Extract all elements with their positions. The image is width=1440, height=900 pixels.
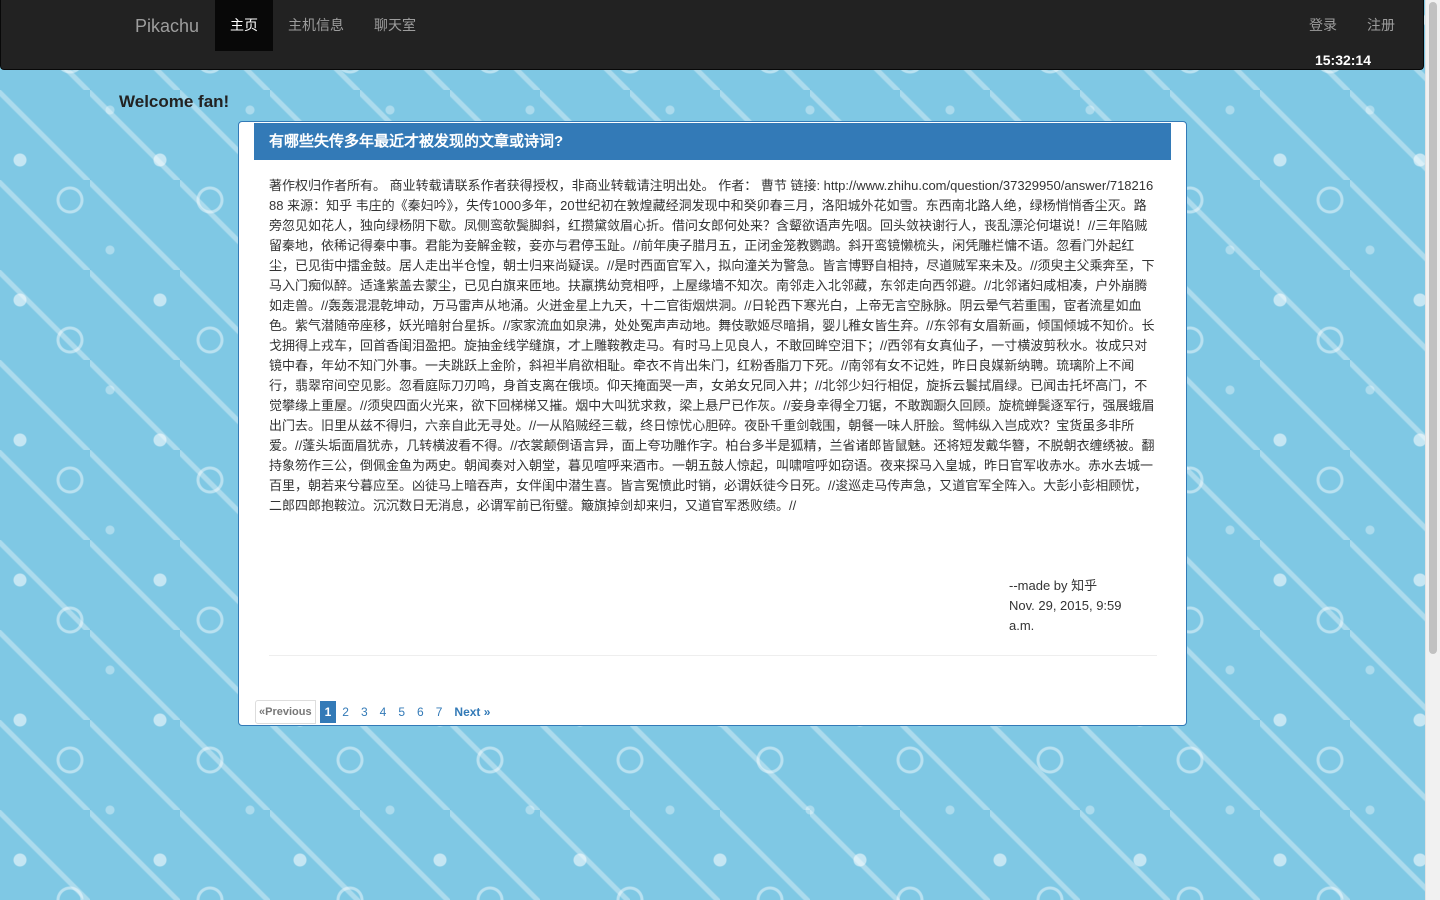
- scrollbar-thumb[interactable]: [1429, 2, 1437, 654]
- article-author: --made by 知乎: [1009, 578, 1098, 593]
- pagination: «Previous 1 2 3 4 5 6 7 Next »: [255, 700, 496, 724]
- pagination-page-5[interactable]: 5: [392, 701, 411, 723]
- page-scrollbar[interactable]: [1425, 0, 1440, 900]
- navbar: Pikachu 主页 主机信息 聊天室 登录 注册 15:32:14: [0, 0, 1424, 70]
- nav-item-host-info[interactable]: 主机信息: [273, 0, 359, 51]
- article-meta: --made by 知乎 Nov. 29, 2015, 9:59 a.m.: [1009, 576, 1149, 636]
- article-panel: 有哪些失传多年最近才被发现的文章或诗词? 著作权归作者所有。 商业转载请联系作者…: [238, 121, 1187, 726]
- pagination-page-7[interactable]: 7: [430, 701, 449, 723]
- pagination-page-3[interactable]: 3: [355, 701, 374, 723]
- nav-item-home[interactable]: 主页: [215, 0, 273, 51]
- pagination-page-4[interactable]: 4: [374, 701, 393, 723]
- nav-item-chatroom[interactable]: 聊天室: [359, 0, 431, 51]
- article-date: Nov. 29, 2015, 9:59 a.m.: [1009, 598, 1122, 633]
- article-body: 著作权归作者所有。 商业转载请联系作者获得授权，非商业转载请注明出处。 作者： …: [269, 178, 1155, 513]
- pagination-previous[interactable]: «Previous: [255, 700, 316, 724]
- brand-link[interactable]: Pikachu: [135, 16, 199, 37]
- nav-item-login[interactable]: 登录: [1294, 0, 1352, 51]
- clock: 15:32:14: [1314, 52, 1371, 68]
- pagination-page-2[interactable]: 2: [336, 701, 355, 723]
- divider: [269, 655, 1157, 656]
- pagination-page-1[interactable]: 1: [319, 701, 337, 723]
- article-title: 有哪些失传多年最近才被发现的文章或诗词?: [254, 123, 1171, 160]
- nav-item-register[interactable]: 注册: [1352, 0, 1410, 51]
- pagination-next[interactable]: Next »: [448, 701, 496, 723]
- pagination-page-6[interactable]: 6: [411, 701, 430, 723]
- welcome-message: Welcome fan!: [119, 92, 230, 111]
